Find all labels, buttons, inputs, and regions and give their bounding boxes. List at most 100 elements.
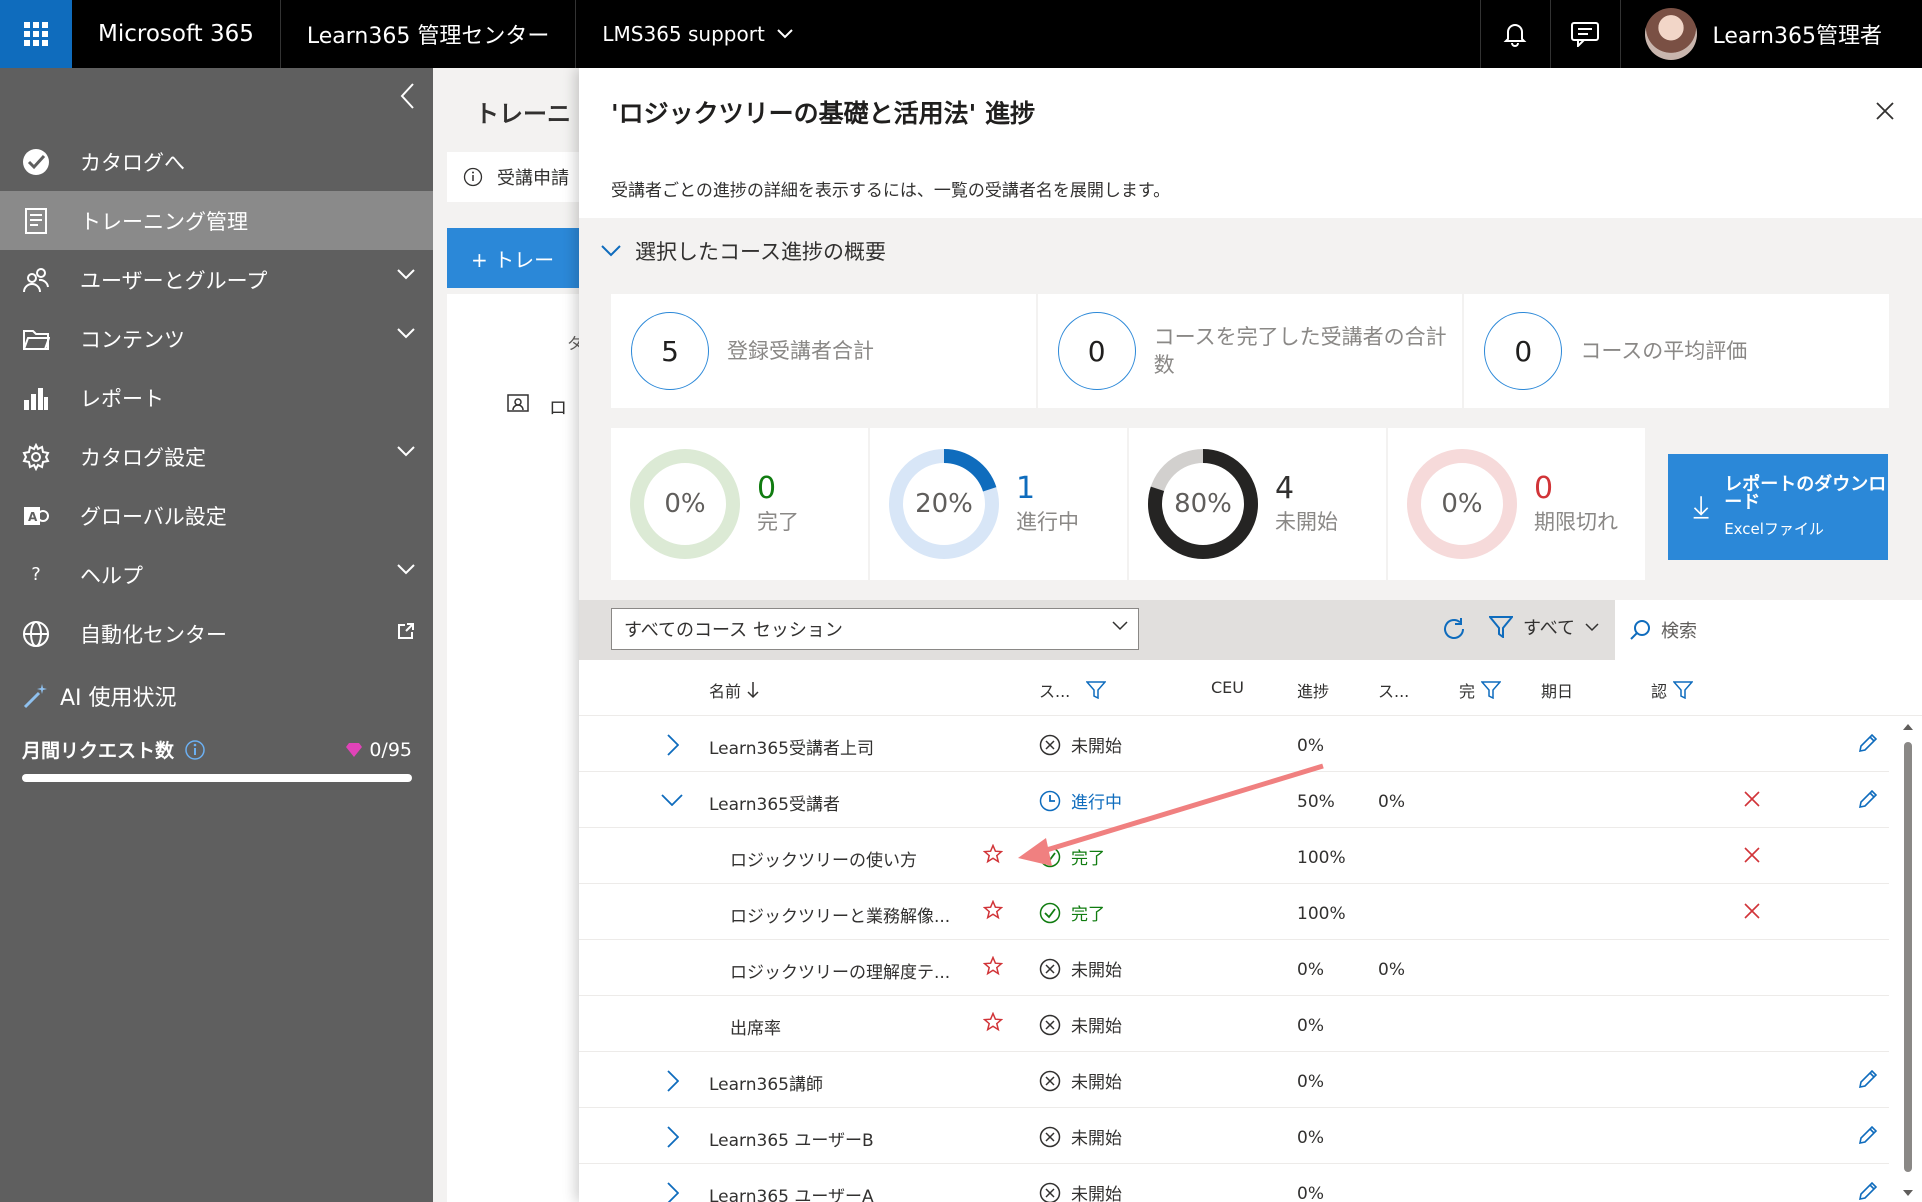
column-status-label: ス... <box>1039 682 1071 701</box>
donut-card: 80% 4 未開始 <box>1129 428 1386 580</box>
close-icon[interactable] <box>1876 102 1894 120</box>
column-status[interactable]: ス... <box>1039 678 1107 702</box>
scrollbar[interactable] <box>1901 722 1915 1200</box>
users-icon <box>20 264 52 296</box>
sidebar-item-label: トレーニング管理 <box>80 209 248 234</box>
close-icon[interactable] <box>1743 902 1761 920</box>
status-badge: 未開始 <box>1039 956 1122 981</box>
edit-icon[interactable] <box>1857 1124 1879 1146</box>
list-item[interactable]: ロ <box>507 394 567 420</box>
scrollbar-thumb[interactable] <box>1904 742 1912 1172</box>
sub-row[interactable]: ロジックツリーの使い方 完了 100% <box>579 828 1889 884</box>
row-progress: 0% <box>1297 1016 1324 1036</box>
column-due[interactable]: 期日 <box>1541 678 1573 702</box>
info-icon[interactable] <box>184 739 206 761</box>
sidebar-item-label: カタログ設定 <box>80 445 206 470</box>
column-ceu[interactable]: CEU <box>1211 678 1244 697</box>
donut-cards: 0% 0 完了 20% 1 進行中 80% 4 未開始 0% 0 期限切れ <box>611 428 1645 580</box>
session-select[interactable]: すべてのコース セッション <box>611 608 1139 650</box>
status-label: 未開始 <box>1071 1017 1122 1037</box>
waffle-icon[interactable] <box>0 0 72 68</box>
sidebar-item-catalog-settings[interactable]: カタログ設定 <box>0 427 433 486</box>
search-box[interactable]: 検索 <box>1615 600 1922 660</box>
donut-chart: 80% <box>1145 446 1261 562</box>
chevron-down-icon[interactable] <box>397 446 415 457</box>
sidebar-item-global-settings[interactable]: A グローバル設定 <box>0 486 433 545</box>
chevron-down-icon[interactable] <box>397 328 415 339</box>
row-name: Learn365 ユーザーA <box>709 1187 874 1202</box>
chevron-down-icon[interactable] <box>661 794 683 806</box>
table-row[interactable]: Learn365講師 未開始 0% <box>579 1052 1889 1108</box>
sub-row[interactable]: ロジックツリーと業務解像... 完了 100% <box>579 884 1889 940</box>
site-selector[interactable]: LMS365 support <box>576 0 818 68</box>
summary-toggle[interactable]: 選択したコース進捗の概要 <box>601 236 886 266</box>
sidebar-item-users[interactable]: ユーザーとグループ <box>0 250 433 309</box>
chevron-down-icon[interactable] <box>397 564 415 575</box>
filter-dropdown[interactable]: すべて <box>1489 614 1599 640</box>
table-row[interactable]: Learn365受講者上司 未開始 0% <box>579 716 1889 772</box>
sidebar-item-catalog[interactable]: カタログへ <box>0 132 433 191</box>
brand-link[interactable]: Microsoft 365 <box>72 0 281 68</box>
download-report-button[interactable]: レポートのダウンロード Excelファイル <box>1668 454 1888 560</box>
edit-icon[interactable] <box>1857 1180 1879 1202</box>
info-icon <box>463 167 483 187</box>
donut-label: 未開始 <box>1275 510 1338 534</box>
sidebar-item-contents[interactable]: コンテンツ <box>0 309 433 368</box>
progress-panel: 'ロジックツリーの基礎と活用法' 進捗 受講者ごとの進捗の詳細を表示するには、一… <box>579 68 1922 1202</box>
user-name: Learn365管理者 <box>1712 24 1882 49</box>
table-row[interactable]: Learn365 ユーザーB 未開始 0% <box>579 1108 1889 1164</box>
column-status-2[interactable]: ス... <box>1378 678 1409 702</box>
column-complete[interactable]: 完 <box>1459 678 1502 702</box>
chevron-down-icon[interactable] <box>397 269 415 280</box>
row-name: ロジックツリーの理解度テ... <box>730 963 951 983</box>
chevron-right-icon[interactable] <box>667 1070 679 1092</box>
close-icon[interactable] <box>1743 846 1761 864</box>
refresh-icon[interactable] <box>1441 616 1467 642</box>
bell-icon[interactable] <box>1479 0 1550 68</box>
scroll-down-icon[interactable] <box>1901 1188 1915 1198</box>
table-row[interactable]: Learn365受講者 進行中 50% 0% <box>579 772 1889 828</box>
check-circle-icon <box>1039 902 1061 923</box>
filter-label: すべて <box>1523 618 1576 639</box>
column-progress[interactable]: 進捗 <box>1297 678 1329 702</box>
edit-icon[interactable] <box>1857 732 1879 754</box>
column-name[interactable]: 名前 <box>709 678 759 702</box>
sidebar-item-help[interactable]: ? ヘルプ <box>0 545 433 604</box>
sidebar-item-reports[interactable]: レポート <box>0 368 433 427</box>
not-started-icon <box>1039 1070 1061 1091</box>
edit-icon[interactable] <box>1857 788 1879 810</box>
collapse-sidebar-icon[interactable] <box>399 82 415 110</box>
chevron-right-icon[interactable] <box>667 734 679 756</box>
chevron-down-icon <box>777 29 793 39</box>
app-title[interactable]: Learn365 管理センター <box>281 0 577 68</box>
row-progress: 100% <box>1297 904 1346 924</box>
feedback-icon[interactable] <box>1549 0 1620 68</box>
folder-icon <box>20 323 52 355</box>
row-name: Learn365受講者上司 <box>709 739 874 759</box>
user-menu[interactable]: Learn365管理者 <box>1619 0 1922 68</box>
stat-cards: 5 登録受講者合計 0 コースを完了した受講者の合計数 0 コースの平均評価 <box>611 294 1890 408</box>
row-name: ロジックツリーと業務解像... <box>730 907 951 927</box>
sidebar-item-automation[interactable]: 自動化センター <box>0 604 433 663</box>
stat-card-enrolled: 5 登録受講者合計 <box>611 294 1036 408</box>
close-icon[interactable] <box>1743 790 1761 808</box>
sub-row[interactable]: 出席率 未開始 0% <box>579 996 1889 1052</box>
table-row[interactable]: Learn365 ユーザーA 未開始 0% <box>579 1164 1889 1202</box>
search-input[interactable]: 検索 <box>1661 617 1697 643</box>
external-link-icon[interactable] <box>397 622 415 640</box>
list-item-label: ロ <box>549 398 567 419</box>
row-progress: 100% <box>1297 848 1346 868</box>
site-name: LMS365 support <box>602 22 765 46</box>
progress-grid: Learn365受講者上司 未開始 0% Learn365受講者 進行中 50% 0% ロジッ… <box>579 716 1889 1202</box>
edit-icon[interactable] <box>1857 1068 1879 1090</box>
chevron-right-icon[interactable] <box>667 1126 679 1148</box>
sub-row[interactable]: ロジックツリーの理解度テ... 未開始 0% 0% <box>579 940 1889 996</box>
not-started-icon <box>1039 1126 1061 1147</box>
panel-title: 'ロジックツリーの基礎と活用法' 進捗 <box>611 99 1036 128</box>
column-cert[interactable]: 認 <box>1651 678 1694 702</box>
gear-icon <box>20 441 52 473</box>
sidebar-item-training[interactable]: トレーニング管理 <box>0 191 433 250</box>
scroll-up-icon[interactable] <box>1901 722 1915 732</box>
column-name-label: 名前 <box>709 682 742 701</box>
chevron-right-icon[interactable] <box>667 1182 679 1202</box>
